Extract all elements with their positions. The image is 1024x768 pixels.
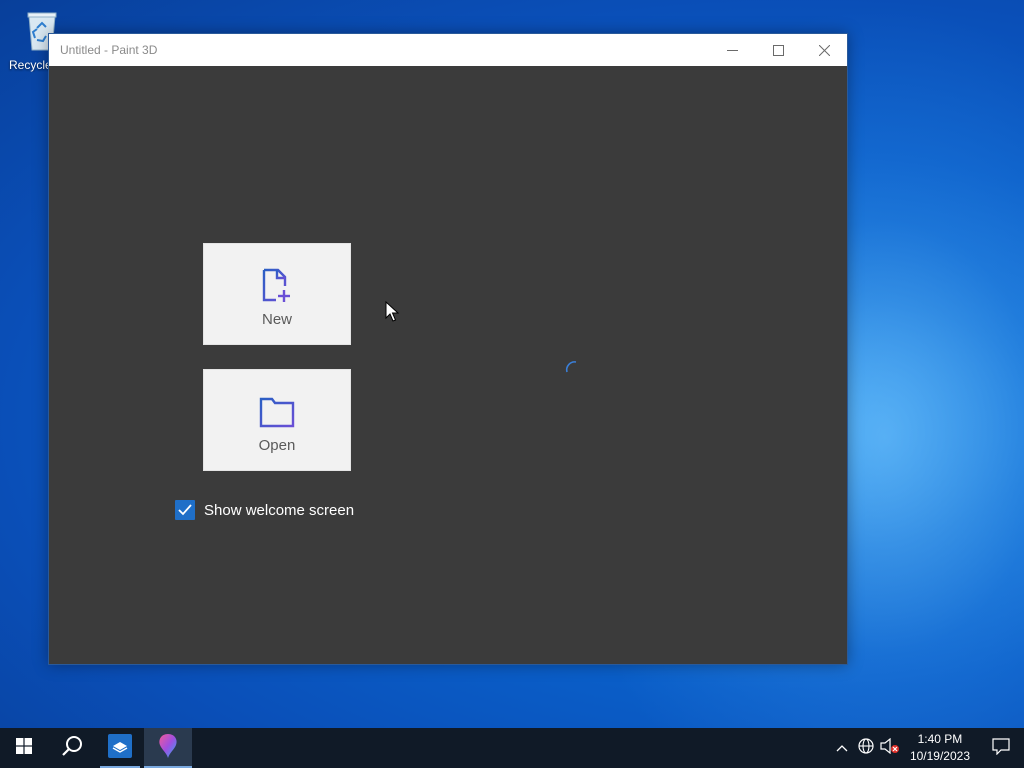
task-view-app-icon xyxy=(108,733,132,763)
checkmark-icon xyxy=(178,504,192,516)
start-icon xyxy=(16,737,32,759)
volume-muted-icon xyxy=(880,737,900,759)
show-welcome-label: Show welcome screen xyxy=(204,501,355,519)
taskbar-paint-3d-button[interactable] xyxy=(144,728,192,768)
welcome-screen: New Open Show welcome screen xyxy=(49,66,847,665)
system-tray: 1:40 PM 10/19/2023 xyxy=(830,728,1024,768)
minimize-button[interactable] xyxy=(709,34,755,66)
notification-icon xyxy=(992,737,1010,760)
open-button-label: Open xyxy=(258,437,296,454)
close-button[interactable] xyxy=(801,34,847,66)
title-bar[interactable]: Untitled - Paint 3D xyxy=(49,34,847,66)
clock-date: 10/19/2023 xyxy=(909,749,970,763)
action-center-button[interactable] xyxy=(978,728,1024,768)
show-welcome-checkbox[interactable] xyxy=(175,500,195,520)
search-icon xyxy=(61,735,83,762)
folder-icon xyxy=(259,392,295,432)
paint-3d-window: Untitled - Paint 3D New Open Show welcom… xyxy=(48,33,848,665)
chevron-up-icon xyxy=(836,739,848,757)
minimize-icon xyxy=(726,45,738,56)
close-icon xyxy=(818,44,830,56)
taskbar-app-button[interactable] xyxy=(96,728,144,768)
new-button-label: New xyxy=(261,311,292,328)
maximize-icon xyxy=(772,44,784,56)
loading-spinner-icon xyxy=(564,360,578,379)
desktop-icon-label: Recycle Bin xyxy=(9,58,50,72)
maximize-button[interactable] xyxy=(755,34,801,66)
taskbar: 1:40 PM 10/19/2023 xyxy=(0,728,1024,768)
start-button[interactable] xyxy=(0,728,48,768)
mouse-pointer-icon xyxy=(385,300,400,328)
volume-button[interactable] xyxy=(878,728,902,768)
clock-time: 1:40 PM xyxy=(917,732,963,746)
show-welcome-option[interactable]: Show welcome screen xyxy=(175,500,354,520)
taskbar-clock[interactable]: 1:40 PM 10/19/2023 xyxy=(902,731,978,765)
network-globe-icon xyxy=(858,737,874,759)
search-button[interactable] xyxy=(48,728,96,768)
show-hidden-icons-button[interactable] xyxy=(830,728,854,768)
network-button[interactable] xyxy=(854,728,878,768)
new-file-icon xyxy=(262,266,292,306)
new-button[interactable]: New xyxy=(203,243,351,345)
open-button[interactable]: Open xyxy=(203,369,351,471)
paint-3d-icon xyxy=(156,733,180,764)
window-title: Untitled - Paint 3D xyxy=(60,43,158,57)
